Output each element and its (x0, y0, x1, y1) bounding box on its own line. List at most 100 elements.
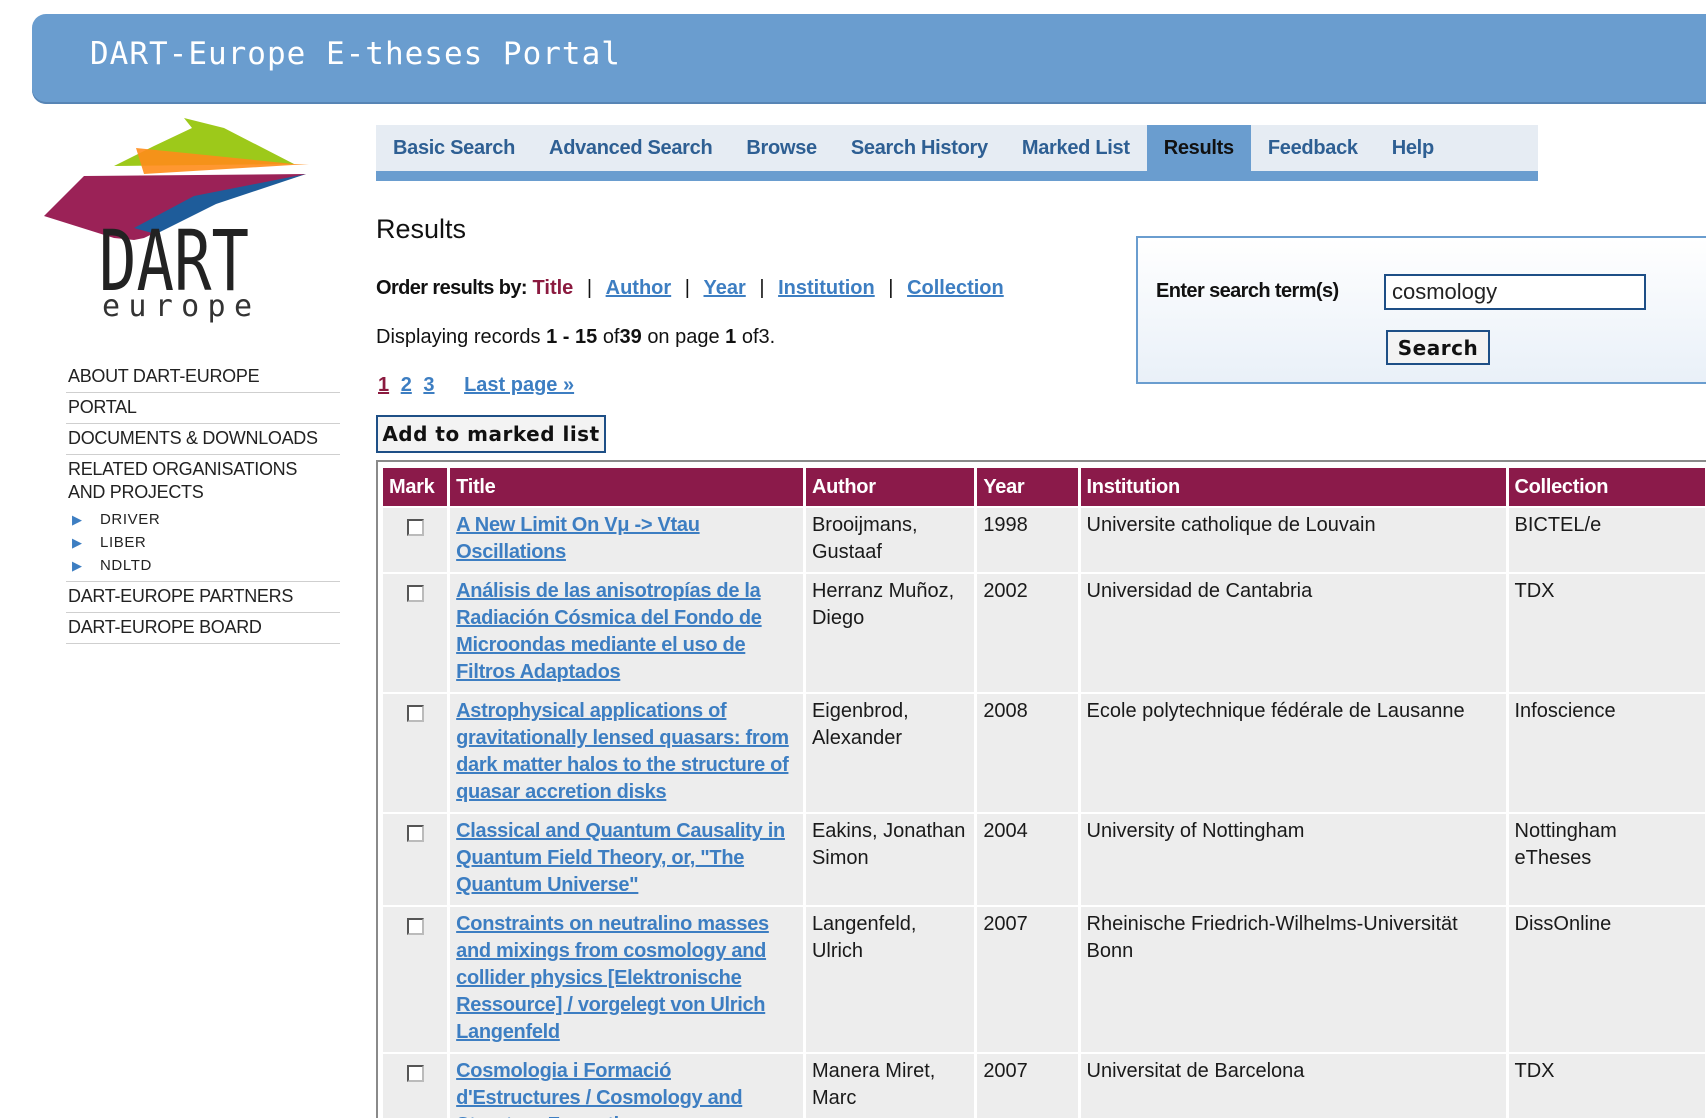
order-separator: | (888, 277, 894, 299)
pagination-page-3-link[interactable]: 3 (423, 374, 434, 396)
mark-cell (383, 574, 448, 692)
table-row: A New Limit On Vμ -> Vtau Oscillations B… (383, 508, 1705, 572)
mark-cell (383, 1054, 448, 1118)
column-header-title: Title (450, 468, 803, 506)
order-separator: | (684, 277, 690, 299)
thesis-title-link[interactable]: Classical and Quantum Causality in Quant… (456, 820, 785, 896)
title-cell: A New Limit On Vμ -> Vtau Oscillations (450, 508, 803, 572)
column-header-year: Year (977, 468, 1078, 506)
search-label: Enter search term(s) (1156, 280, 1339, 302)
sidebar-subitem-label: LIBER (100, 534, 147, 551)
sidebar-subitem-ndltd[interactable]: ▶ NDLTD (66, 554, 340, 577)
search-button[interactable]: Search (1386, 330, 1490, 365)
column-header-mark: Mark (383, 468, 448, 506)
results-table-container: Mark Title Author Year Institution Colle… (376, 460, 1706, 1118)
add-to-marked-list-button[interactable]: Add to marked list (376, 415, 606, 453)
year-cell: 2007 (977, 907, 1078, 1052)
title-cell: Análisis de las anisotropías de la Radia… (450, 574, 803, 692)
collection-cell: TDX (1508, 1054, 1705, 1118)
mark-cell (383, 814, 448, 905)
dart-europe-logo[interactable]: DART europe (44, 118, 334, 338)
pagination-last-page-link[interactable]: Last page » (464, 374, 574, 396)
tab-marked-list[interactable]: Marked List (1005, 125, 1147, 171)
site-title: DART-Europe E-theses Portal (90, 36, 621, 72)
institution-cell: Universite catholique de Louvain (1080, 508, 1506, 572)
main-tabs: Basic Search Advanced Search Browse Sear… (376, 125, 1538, 181)
author-cell: Manera Miret, Marc (805, 1054, 975, 1118)
sidebar-subitem-driver[interactable]: ▶ DRIVER (66, 508, 340, 531)
sidebar-item-and-projects[interactable]: AND PROJECTS (66, 482, 340, 508)
order-separator: | (759, 277, 765, 299)
pagination-current-page: 1 (378, 374, 390, 396)
sidebar-item-related-organisations[interactable]: RELATED ORGANISATIONS (66, 455, 340, 482)
thesis-title-link[interactable]: A New Limit On Vμ -> Vtau Oscillations (456, 514, 700, 563)
mark-cell (383, 694, 448, 812)
records-to: 15 (575, 326, 598, 348)
results-table: Mark Title Author Year Institution Colle… (380, 466, 1706, 1118)
thesis-title-link[interactable]: Constraints on neutralino masses and mix… (456, 913, 769, 1043)
title-cell: Constraints on neutralino masses and mix… (450, 907, 803, 1052)
collection-cell: BICTEL/e (1508, 508, 1705, 572)
sidebar-item-documents[interactable]: DOCUMENTS & DOWNLOADS (66, 424, 340, 455)
records-of-label: of (602, 326, 620, 348)
order-by-year-link[interactable]: Year (704, 277, 746, 299)
collection-cell: TDX (1508, 574, 1705, 692)
triangle-right-icon: ▶ (72, 535, 83, 550)
sidebar-item-about[interactable]: ABOUT DART-EUROPE (66, 362, 340, 393)
mark-checkbox[interactable] (406, 585, 424, 602)
tab-help[interactable]: Help (1375, 125, 1451, 171)
records-page: 1 (725, 326, 737, 348)
mark-checkbox[interactable] (406, 825, 424, 842)
tab-basic-search[interactable]: Basic Search (376, 125, 532, 171)
records-on-page-label: on page (647, 326, 720, 348)
year-cell: 2002 (977, 574, 1078, 692)
table-row: Constraints on neutralino masses and mix… (383, 907, 1705, 1052)
author-cell: Eigenbrod, Alexander (805, 694, 975, 812)
year-cell: 2004 (977, 814, 1078, 905)
table-row: Astrophysical applications of gravitatio… (383, 694, 1705, 812)
mark-checkbox[interactable] (406, 519, 424, 536)
sidebar-item-portal[interactable]: PORTAL (66, 393, 340, 424)
order-results-bar: Order results by: Title | Author | Year … (376, 277, 1004, 300)
mark-checkbox[interactable] (406, 918, 424, 935)
title-cell: Cosmologia i Formació d'Estructures / Co… (450, 1054, 803, 1118)
order-label: Order results by: (376, 277, 528, 299)
logo-graphic: DART europe (44, 118, 309, 324)
search-panel: Enter search term(s) Search (1136, 236, 1706, 384)
order-separator: | (586, 277, 593, 299)
tab-search-history[interactable]: Search History (834, 125, 1005, 171)
title-cell: Astrophysical applications of gravitatio… (450, 694, 803, 812)
search-input[interactable] (1384, 274, 1646, 310)
sidebar-item-board[interactable]: DART-EUROPE BOARD (66, 613, 340, 644)
mark-cell (383, 907, 448, 1052)
order-by-author-link[interactable]: Author (606, 277, 672, 299)
table-row: Análisis de las anisotropías de la Radia… (383, 574, 1705, 692)
sidebar-subitem-label: NDLTD (100, 557, 152, 574)
author-cell: Langenfeld, Ulrich (805, 907, 975, 1052)
title-cell: Classical and Quantum Causality in Quant… (450, 814, 803, 905)
records-total: 39 (619, 326, 642, 348)
sidebar-item-partners[interactable]: DART-EUROPE PARTNERS (66, 582, 340, 613)
tab-results[interactable]: Results (1146, 125, 1251, 171)
order-by-collection-link[interactable]: Collection (907, 277, 1004, 299)
mark-checkbox[interactable] (406, 1065, 424, 1082)
records-prefix: Displaying records (376, 326, 541, 348)
mark-checkbox[interactable] (406, 705, 424, 722)
order-by-institution-link[interactable]: Institution (778, 277, 875, 299)
thesis-title-link[interactable]: Cosmologia i Formació d'Estructures / Co… (456, 1060, 742, 1118)
author-cell: Eakins, Jonathan Simon (805, 814, 975, 905)
table-header-row: Mark Title Author Year Institution Colle… (383, 468, 1705, 506)
pagination-page-2-link[interactable]: 2 (401, 374, 412, 396)
tab-browse[interactable]: Browse (729, 125, 833, 171)
tab-advanced-search[interactable]: Advanced Search (532, 125, 729, 171)
records-pages: 3. (758, 326, 776, 348)
tab-feedback[interactable]: Feedback (1251, 125, 1375, 171)
thesis-title-link[interactable]: Análisis de las anisotropías de la Radia… (456, 580, 762, 683)
logo-text: DART (99, 212, 249, 310)
thesis-title-link[interactable]: Astrophysical applications of gravitatio… (456, 700, 789, 803)
collection-cell: Nottingham eTheses (1508, 814, 1705, 905)
sidebar-subitem-liber[interactable]: ▶ LIBER (66, 531, 340, 554)
table-row: Classical and Quantum Causality in Quant… (383, 814, 1705, 905)
institution-cell: Universidad de Cantabria (1080, 574, 1506, 692)
author-cell: Brooijmans, Gustaaf (805, 508, 975, 572)
